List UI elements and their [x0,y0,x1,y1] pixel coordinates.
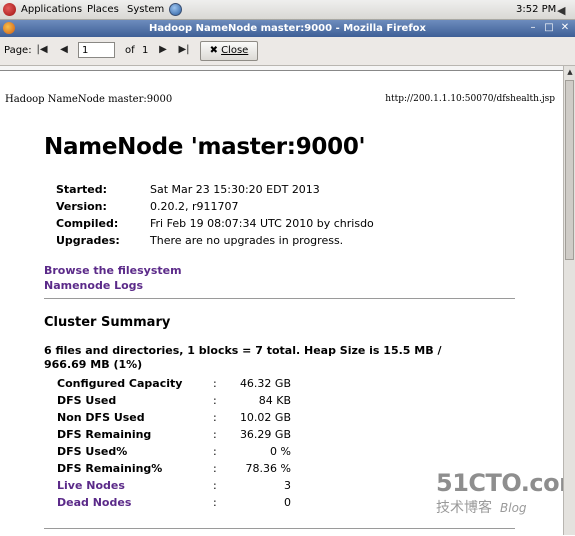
menu-applications[interactable]: Applications [21,4,82,16]
info-value: There are no upgrades in progress. [150,234,344,247]
info-label: Compiled: [56,217,119,230]
close-icon: ✖ [209,45,219,56]
window-titlebar: Hadoop NameNode master:9000 - Mozilla Fi… [0,20,575,37]
last-page-icon[interactable]: ▶| [177,43,191,57]
total-pages: 1 [142,45,149,56]
stat-label: Configured Capacity [57,377,183,390]
minimize-icon[interactable]: – [527,22,539,34]
info-value: Sat Mar 23 15:30:20 EDT 2013 [150,183,320,196]
maximize-icon[interactable]: □ [543,22,555,34]
stat-label: DFS Used% [57,445,128,458]
menu-places[interactable]: Places [87,4,119,16]
stat-value: 10.02 GB [239,411,291,424]
page-number-input[interactable] [78,42,115,58]
stat-label: DFS Remaining% [57,462,163,475]
window-title: Hadoop NameNode master:9000 - Mozilla Fi… [149,23,426,34]
print-header-url: http://200.1.1.10:50070/dfshealth.jsp [385,94,555,104]
next-page-icon[interactable]: ▶ [156,43,170,57]
preview-page: Hadoop NameNode master:9000 http://200.1… [0,70,575,536]
stat-value: 84 KB [258,394,291,407]
info-label: Upgrades: [56,234,120,247]
close-preview-button[interactable]: ✖ Close [200,41,258,61]
divider [44,528,515,529]
print-preview-toolbar: Page: |◀ ◀ of 1 ▶ ▶| ✖Close [0,37,575,66]
stat-label: DFS Remaining [57,428,152,441]
of-label: of [125,45,135,56]
clock[interactable]: 3:52 PM [516,4,556,16]
previous-page-icon[interactable]: ◀ [57,43,71,57]
page-label: Page: [4,45,32,56]
stat-value: 78.36 % [245,462,291,475]
live-nodes-link[interactable]: Live Nodes [57,477,125,494]
watermark-blog: Blog [500,501,527,515]
stat-value: 3 [284,479,291,492]
vertical-scrollbar[interactable]: ▲ [563,66,575,535]
scroll-up-icon[interactable]: ▲ [565,67,575,77]
stat-value: 36.29 GB [239,428,291,441]
cluster-summary-heading: Cluster Summary [44,315,171,330]
menu-system[interactable]: System [127,4,164,16]
info-label: Started: [56,183,108,196]
watermark-logo: 51CTO.com [436,469,575,497]
close-window-icon[interactable]: ✕ [559,22,571,34]
namenode-logs-link[interactable]: Namenode Logs [44,279,143,292]
browse-filesystem-link[interactable]: Browse the filesystem [44,264,182,277]
info-value: 0.20.2, r911707 [150,200,239,213]
scrollbar-thumb[interactable] [565,80,574,260]
stat-value: 46.32 GB [239,377,291,390]
cluster-summary-line: 6 files and directories, 1 blocks = 7 to… [44,344,442,371]
watermark-subtitle: 技术博客 [436,500,492,516]
stat-value: 0 [284,496,291,509]
info-label: Version: [56,200,107,213]
volume-icon[interactable]: ◀ [557,4,565,17]
distro-logo-icon[interactable] [3,3,16,16]
print-preview-area: Hadoop NameNode master:9000 http://200.1… [0,66,575,536]
divider [44,298,515,299]
browser-launcher-icon[interactable] [169,3,182,16]
print-header-title: Hadoop NameNode master:9000 [5,94,173,105]
stat-label: DFS Used [57,394,117,407]
top-panel: Applications Places System 3:52 PM ◀ [0,0,575,20]
stat-label: Non DFS Used [57,411,145,424]
info-value: Fri Feb 19 08:07:34 UTC 2010 by chrisdo [150,217,374,230]
close-button-label: Close [221,45,249,56]
page-title: NameNode 'master:9000' [44,134,366,160]
stat-value: 0 % [270,445,291,458]
dead-nodes-link[interactable]: Dead Nodes [57,494,131,511]
watermark: 51CTO.com 技术博客 Blog [436,469,575,517]
first-page-icon[interactable]: |◀ [35,43,49,57]
